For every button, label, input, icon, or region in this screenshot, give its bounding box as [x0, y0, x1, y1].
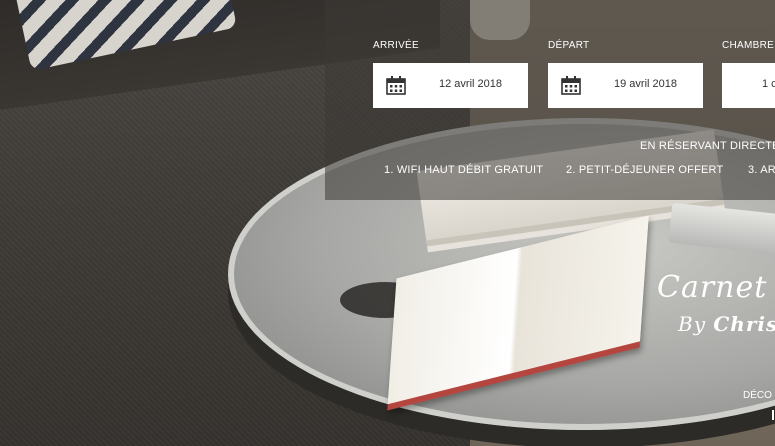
arrival-date-field[interactable]: 12 avril 2018	[373, 63, 528, 108]
rooms-select[interactable]: 1 c	[722, 63, 775, 108]
rooms-label: CHAMBRE	[722, 40, 775, 51]
promo-item-third: 3. AR	[748, 164, 775, 176]
rooms-value: 1 c	[762, 78, 775, 90]
promo-item-breakfast: 2. PETIT-DÉJEUNER OFFERT	[566, 164, 724, 176]
calendar-icon	[386, 76, 406, 95]
promo-title: EN RÉSERVANT DIRECTE	[640, 140, 775, 152]
calendar-icon	[561, 76, 581, 95]
departure-date-value: 19 avril 2018	[614, 78, 677, 90]
promo-item-wifi: 1. WIFI HAUT DÉBIT GRATUIT	[384, 164, 544, 176]
discover-link[interactable]: DÉCO	[743, 390, 772, 401]
arrival-label: ARRIVÉE	[373, 40, 420, 51]
feature-title: Carnet d	[657, 270, 775, 305]
feature-byline: By Christi	[678, 312, 775, 336]
byline-author: Christi	[713, 312, 775, 336]
arrival-date-value: 12 avril 2018	[439, 78, 502, 90]
hero-background: ARRIVÉE 12 avril 2018 DÉPART 19 avril 20…	[0, 0, 775, 446]
discover-indicator	[772, 410, 774, 420]
byline-by: By	[678, 312, 706, 336]
departure-date-field[interactable]: 19 avril 2018	[548, 63, 703, 108]
departure-label: DÉPART	[548, 40, 590, 51]
